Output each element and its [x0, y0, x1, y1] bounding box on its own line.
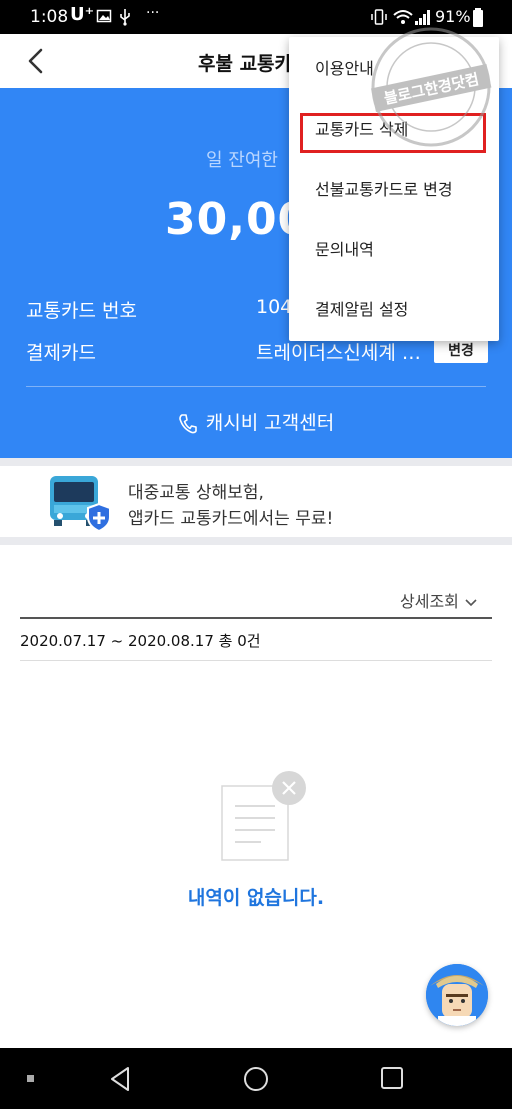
status-bar: 1:08 U⁺ ··· 91% — [0, 0, 512, 34]
signal-icon — [415, 10, 430, 25]
carrier-label: U⁺ — [70, 4, 95, 25]
battery-icon — [473, 8, 483, 27]
recent-dot-icon[interactable] — [26, 1074, 36, 1084]
empty-document-icon — [221, 771, 306, 861]
overview-nav-icon[interactable] — [380, 1066, 404, 1090]
menu-item-guide[interactable]: 이용안내 — [289, 39, 499, 99]
home-nav-icon[interactable] — [243, 1066, 269, 1092]
chevron-down-icon — [465, 598, 477, 606]
payment-card-label: 결제카드 — [26, 342, 96, 364]
usb-icon — [120, 9, 130, 26]
status-time: 1:08 — [30, 7, 69, 27]
history-divider-light — [20, 660, 492, 661]
history-divider — [20, 617, 492, 619]
empty-history-message: 내역이 없습니다. — [187, 887, 325, 909]
customer-center-label: 캐시비 고객센터 — [205, 412, 335, 434]
menu-item-payment-alerts[interactable]: 결제알림 설정 — [289, 280, 499, 340]
customer-center-link[interactable]: 캐시비 고객센터 — [0, 408, 512, 435]
back-arrow-icon[interactable] — [24, 47, 48, 75]
back-nav-icon[interactable] — [108, 1066, 132, 1092]
menu-item-switch-prepaid[interactable]: 선불교통카드로 변경 — [289, 160, 499, 220]
detail-view-toggle[interactable]: 상세조회 — [400, 588, 477, 612]
page-title: 후불 교통카 — [198, 53, 293, 75]
image-icon — [96, 9, 112, 23]
phone-icon — [178, 413, 197, 433]
banner-line2: 앱카드 교통카드에서는 무료! — [128, 509, 334, 529]
insurance-banner[interactable]: 대중교통 상해보험, 앱카드 교통카드에서는 무료! — [0, 466, 512, 537]
menu-item-inquiries[interactable]: 문의내역 — [289, 220, 499, 280]
payment-card-value: 트레이더스신세계 … — [256, 342, 421, 364]
battery-percent: 91% — [435, 7, 471, 26]
section-separator — [0, 537, 512, 545]
overflow-menu: 이용안내 교통카드 삭제 선불교통카드로 변경 문의내역 결제알림 설정 — [289, 37, 499, 341]
system-nav-bar — [0, 1048, 512, 1109]
vibrate-icon — [371, 9, 387, 25]
remaining-label: 일 잔여한 — [206, 150, 278, 171]
card-divider — [26, 386, 486, 387]
banner-line1: 대중교통 상해보험, — [128, 483, 264, 503]
detail-view-label: 상세조회 — [400, 592, 459, 611]
more-dots-icon: ··· — [146, 5, 160, 21]
bus-shield-icon — [50, 476, 111, 532]
card-number-label: 교통카드 번호 — [26, 300, 137, 322]
history-period: 2020.07.17 ~ 2020.08.17 총 0건 — [20, 632, 261, 650]
highlight-box — [300, 113, 486, 153]
wifi-icon — [393, 10, 413, 24]
section-separator — [0, 458, 512, 466]
change-payment-card-button[interactable]: 변경 — [434, 339, 488, 363]
chatbot-avatar-button[interactable] — [426, 964, 488, 1026]
character-avatar-icon — [426, 964, 488, 1026]
card-number-value: 104 — [256, 296, 293, 318]
